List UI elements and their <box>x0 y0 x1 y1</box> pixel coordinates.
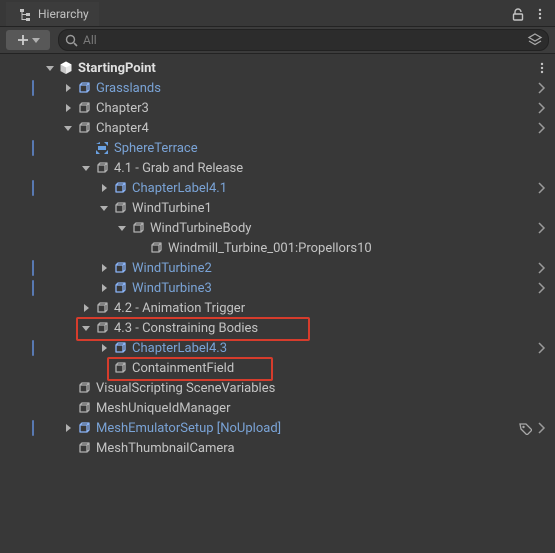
scene-row[interactable]: StartingPoint <box>0 58 555 78</box>
row-menu-icon[interactable] <box>535 61 549 75</box>
gameobject-icon <box>112 340 128 356</box>
scene-name: StartingPoint <box>76 62 156 75</box>
foldout-icon[interactable] <box>62 122 74 134</box>
tree-label: 4.3 - Constraining Bodies <box>112 322 258 335</box>
gameobject-icon <box>76 120 92 136</box>
foldout-icon[interactable] <box>80 322 92 334</box>
tree-row-windturbine3[interactable]: WindTurbine3 <box>0 278 555 298</box>
tree-row-grasslands[interactable]: Grasslands <box>0 78 555 98</box>
tree-row-sec43[interactable]: 4.3 - Constraining Bodies <box>0 318 555 338</box>
create-button[interactable] <box>6 30 50 50</box>
tree-row-meshemu[interactable]: MeshEmulatorSetup [NoUpload] <box>0 418 555 438</box>
tree-label: SphereTerrace <box>112 142 198 155</box>
tree-label: WindTurbine2 <box>130 262 212 275</box>
tree-label: 4.1 - Grab and Release <box>112 162 243 175</box>
tree-row-chapter4[interactable]: Chapter4 <box>0 118 555 138</box>
lock-icon[interactable] <box>509 5 527 23</box>
gameobject-icon <box>76 100 92 116</box>
gameobject-icon <box>112 200 128 216</box>
foldout-icon[interactable] <box>98 202 110 214</box>
gameobject-icon <box>112 260 128 276</box>
foldout-icon[interactable] <box>62 82 74 94</box>
scene-icon <box>58 60 74 76</box>
tree-row-chapterlabel41[interactable]: ChapterLabel4.1 <box>0 178 555 198</box>
gameobject-icon <box>94 320 110 336</box>
tree-label: MeshThumbnailCamera <box>94 442 235 455</box>
gameobject-icon <box>76 420 92 436</box>
foldout-icon[interactable] <box>80 302 92 314</box>
gameobject-icon <box>94 300 110 316</box>
tree-row-windturbine2[interactable]: WindTurbine2 <box>0 258 555 278</box>
foldout-icon[interactable] <box>62 422 74 434</box>
chevron-right-icon <box>535 121 549 135</box>
tag-icon <box>517 420 533 436</box>
gameobject-icon <box>76 380 92 396</box>
tree-row-windmill[interactable]: Windmill_Turbine_001:Propellors10 <box>0 238 555 258</box>
tree-label: WindTurbine3 <box>130 282 212 295</box>
tree-label: Chapter4 <box>94 122 149 135</box>
search-input[interactable]: All <box>58 29 549 51</box>
tree-row-meshthumb[interactable]: MeshThumbnailCamera <box>0 438 555 458</box>
tree-row-visualscripting[interactable]: VisualScripting SceneVariables <box>0 378 555 398</box>
chevron-right-icon <box>535 181 549 195</box>
foldout-icon[interactable] <box>44 62 56 74</box>
chevron-right-icon <box>535 261 549 275</box>
chevron-right-icon <box>535 421 549 435</box>
gameobject-icon <box>94 160 110 176</box>
tree-row-windturbinebody[interactable]: WindTurbineBody <box>0 218 555 238</box>
tree-label: ChapterLabel4.1 <box>130 182 227 195</box>
tree-label: MeshUniqueIdManager <box>94 402 230 415</box>
chevron-right-icon <box>535 81 549 95</box>
tree-row-sec42[interactable]: 4.2 - Animation Trigger <box>0 298 555 318</box>
chevron-right-icon <box>535 341 549 355</box>
tree-label: Windmill_Turbine_001:Propellors10 <box>166 242 372 255</box>
gameobject-icon <box>130 220 146 236</box>
chevron-right-icon <box>535 281 549 295</box>
search-placeholder: All <box>79 33 526 47</box>
gameobject-icon <box>148 240 164 256</box>
search-icon <box>63 32 79 48</box>
foldout-icon[interactable] <box>98 342 110 354</box>
tree-row-sphereterrace[interactable]: SphereTerrace <box>0 138 555 158</box>
tree-row-chapterlabel43[interactable]: ChapterLabel4.3 <box>0 338 555 358</box>
gameobject-icon <box>112 360 128 376</box>
tree-label: Chapter3 <box>94 102 149 115</box>
panel-title: Hierarchy <box>38 7 89 21</box>
tree-row-containment[interactable]: ContainmentField <box>0 358 555 378</box>
hierarchy-icon <box>16 5 34 23</box>
tree-row-windturbine1[interactable]: WindTurbine1 <box>0 198 555 218</box>
gameobject-icon <box>112 180 128 196</box>
foldout-icon[interactable] <box>80 162 92 174</box>
foldout-icon[interactable] <box>116 222 128 234</box>
tree-row-meshuniqueid[interactable]: MeshUniqueIdManager <box>0 398 555 418</box>
panel-tab-hierarchy[interactable]: Hierarchy <box>6 2 99 26</box>
gameobject-icon <box>76 80 92 96</box>
tree-label: WindTurbine1 <box>130 202 212 215</box>
tree-row-chapter3[interactable]: Chapter3 <box>0 98 555 118</box>
tree-label: WindTurbineBody <box>148 222 251 235</box>
foldout-icon[interactable] <box>62 102 74 114</box>
search-filter-icon[interactable] <box>526 31 544 49</box>
gameobject-icon <box>76 400 92 416</box>
tree-row-sec41[interactable]: 4.1 - Grab and Release <box>0 158 555 178</box>
foldout-icon[interactable] <box>98 282 110 294</box>
gameobject-icon <box>76 440 92 456</box>
tree-label: ChapterLabel4.3 <box>130 342 227 355</box>
tree-label: Grasslands <box>94 82 161 95</box>
chevron-right-icon <box>535 221 549 235</box>
gameobject-icon <box>112 280 128 296</box>
tree-label: VisualScripting SceneVariables <box>94 382 275 395</box>
foldout-icon[interactable] <box>98 262 110 274</box>
tree-label: 4.2 - Animation Trigger <box>112 302 245 315</box>
chevron-right-icon <box>535 101 549 115</box>
tree-label: ContainmentField <box>130 362 234 375</box>
panel-menu-icon[interactable] <box>531 5 549 23</box>
foldout-icon[interactable] <box>98 182 110 194</box>
prefab-icon <box>94 140 110 156</box>
tree-label: MeshEmulatorSetup [NoUpload] <box>94 422 281 435</box>
